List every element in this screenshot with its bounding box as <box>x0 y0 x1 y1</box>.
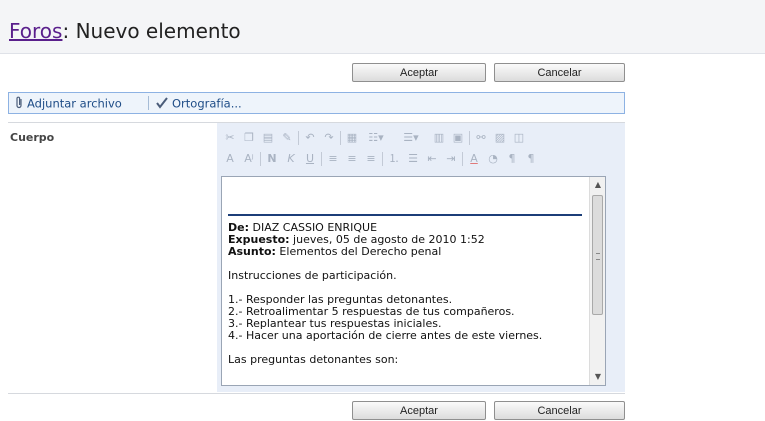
rte-separator <box>340 131 341 145</box>
editor-scrollbar[interactable]: ▲ ▼ <box>589 177 605 385</box>
scroll-grip-icon <box>596 253 600 260</box>
rte-separator <box>462 152 463 166</box>
scroll-down-icon[interactable]: ▼ <box>590 369 606 385</box>
format-painter-icon[interactable]: ✎ <box>279 130 295 145</box>
title-bar: Foros: Nuevo elemento <box>0 0 765 54</box>
rich-text-toolbar: ✂ ❐ ▤ ✎ ↶ ↷ ▦ ☷▾ ☰▾ ▥ ▣ ⚯ ▨ ◫ A Aʲ N K U… <box>222 130 622 170</box>
spelling-button[interactable]: Ortografía... <box>155 96 242 112</box>
body-editor[interactable]: De: DIAZ CASSIO ENRIQUE Expuesto: jueves… <box>221 176 606 386</box>
subject-value: Elementos del Derecho penal <box>275 245 442 258</box>
paste-icon[interactable]: ▤ <box>260 130 276 145</box>
rte-separator <box>298 131 299 145</box>
body-field-label: Cuerpo <box>10 131 55 144</box>
attach-file-label: Adjuntar archivo <box>27 96 122 111</box>
left-to-right-icon[interactable]: ¶ <box>504 151 520 166</box>
rte-separator <box>469 131 470 145</box>
page-title-text: : Nuevo elemento <box>62 19 241 43</box>
font-icon[interactable]: A <box>222 151 238 166</box>
scroll-thumb[interactable] <box>592 195 603 315</box>
page-title: Foros: Nuevo elemento <box>9 19 241 43</box>
merge-cells-icon[interactable]: ▥ <box>431 130 447 145</box>
paperclip-icon <box>15 96 24 112</box>
bulleted-list-icon[interactable]: ☰ <box>405 151 421 166</box>
breadcrumb-link-foros[interactable]: Foros <box>9 19 62 43</box>
scroll-up-icon[interactable]: ▲ <box>590 177 606 193</box>
cancel-button-top[interactable]: Cancelar <box>494 63 625 82</box>
rte-separator <box>260 152 261 166</box>
right-to-left-icon[interactable]: ¶ <box>523 151 539 166</box>
subject-label: Asunto: <box>228 245 276 258</box>
list-item: 4.- Hacer una aportación de cierre antes… <box>228 329 543 342</box>
font-size-icon[interactable]: Aʲ <box>241 151 257 166</box>
intro-line: Instrucciones de participación. <box>228 269 397 282</box>
html-source-icon[interactable]: ◫ <box>511 130 527 145</box>
actions-toolbar: Adjuntar archivo Ortografía... <box>8 92 625 114</box>
align-right-icon[interactable]: ≡ <box>363 151 379 166</box>
decrease-indent-icon[interactable]: ⇤ <box>424 151 440 166</box>
redo-icon[interactable]: ↷ <box>321 130 337 145</box>
increase-indent-icon[interactable]: ⇥ <box>443 151 459 166</box>
cut-icon[interactable]: ✂ <box>222 130 238 145</box>
subject-line: Asunto: Elementos del Derecho penal <box>228 246 441 258</box>
bold-icon[interactable]: N <box>264 151 280 166</box>
text-color-icon[interactable]: A <box>466 151 482 166</box>
spelling-label: Ortografía... <box>172 96 242 111</box>
split-cells-icon[interactable]: ▣ <box>450 130 466 145</box>
cell-options-icon[interactable]: ☰▾ <box>398 130 424 145</box>
copy-icon[interactable]: ❐ <box>241 130 257 145</box>
accept-button-top[interactable]: Aceptar <box>352 63 486 82</box>
toolbar-separator <box>148 96 149 110</box>
insert-link-icon[interactable]: ⚯ <box>473 130 489 145</box>
numbered-list-icon[interactable]: ⒈ <box>386 151 402 166</box>
cancel-button-bottom[interactable]: Cancelar <box>494 401 625 420</box>
rte-separator <box>382 152 383 166</box>
highlight-color-icon[interactable]: ◔ <box>485 151 501 166</box>
insert-image-icon[interactable]: ▨ <box>492 130 508 145</box>
table-options-icon[interactable]: ☷▾ <box>363 130 389 145</box>
accept-button-bottom[interactable]: Aceptar <box>352 401 486 420</box>
message-divider-rule <box>228 214 582 216</box>
align-left-icon[interactable]: ≡ <box>325 151 341 166</box>
align-center-icon[interactable]: ≡ <box>344 151 360 166</box>
rte-separator <box>321 152 322 166</box>
closing-line: Las preguntas detonantes son: <box>228 353 399 366</box>
italic-icon[interactable]: K <box>283 151 299 166</box>
attach-file-button[interactable]: Adjuntar archivo <box>15 96 122 112</box>
divider-bottom <box>8 393 625 394</box>
undo-icon[interactable]: ↶ <box>302 130 318 145</box>
insert-table-icon[interactable]: ▦ <box>344 130 360 145</box>
underline-icon[interactable]: U <box>302 151 318 166</box>
abc-spellcheck-icon <box>155 96 169 112</box>
